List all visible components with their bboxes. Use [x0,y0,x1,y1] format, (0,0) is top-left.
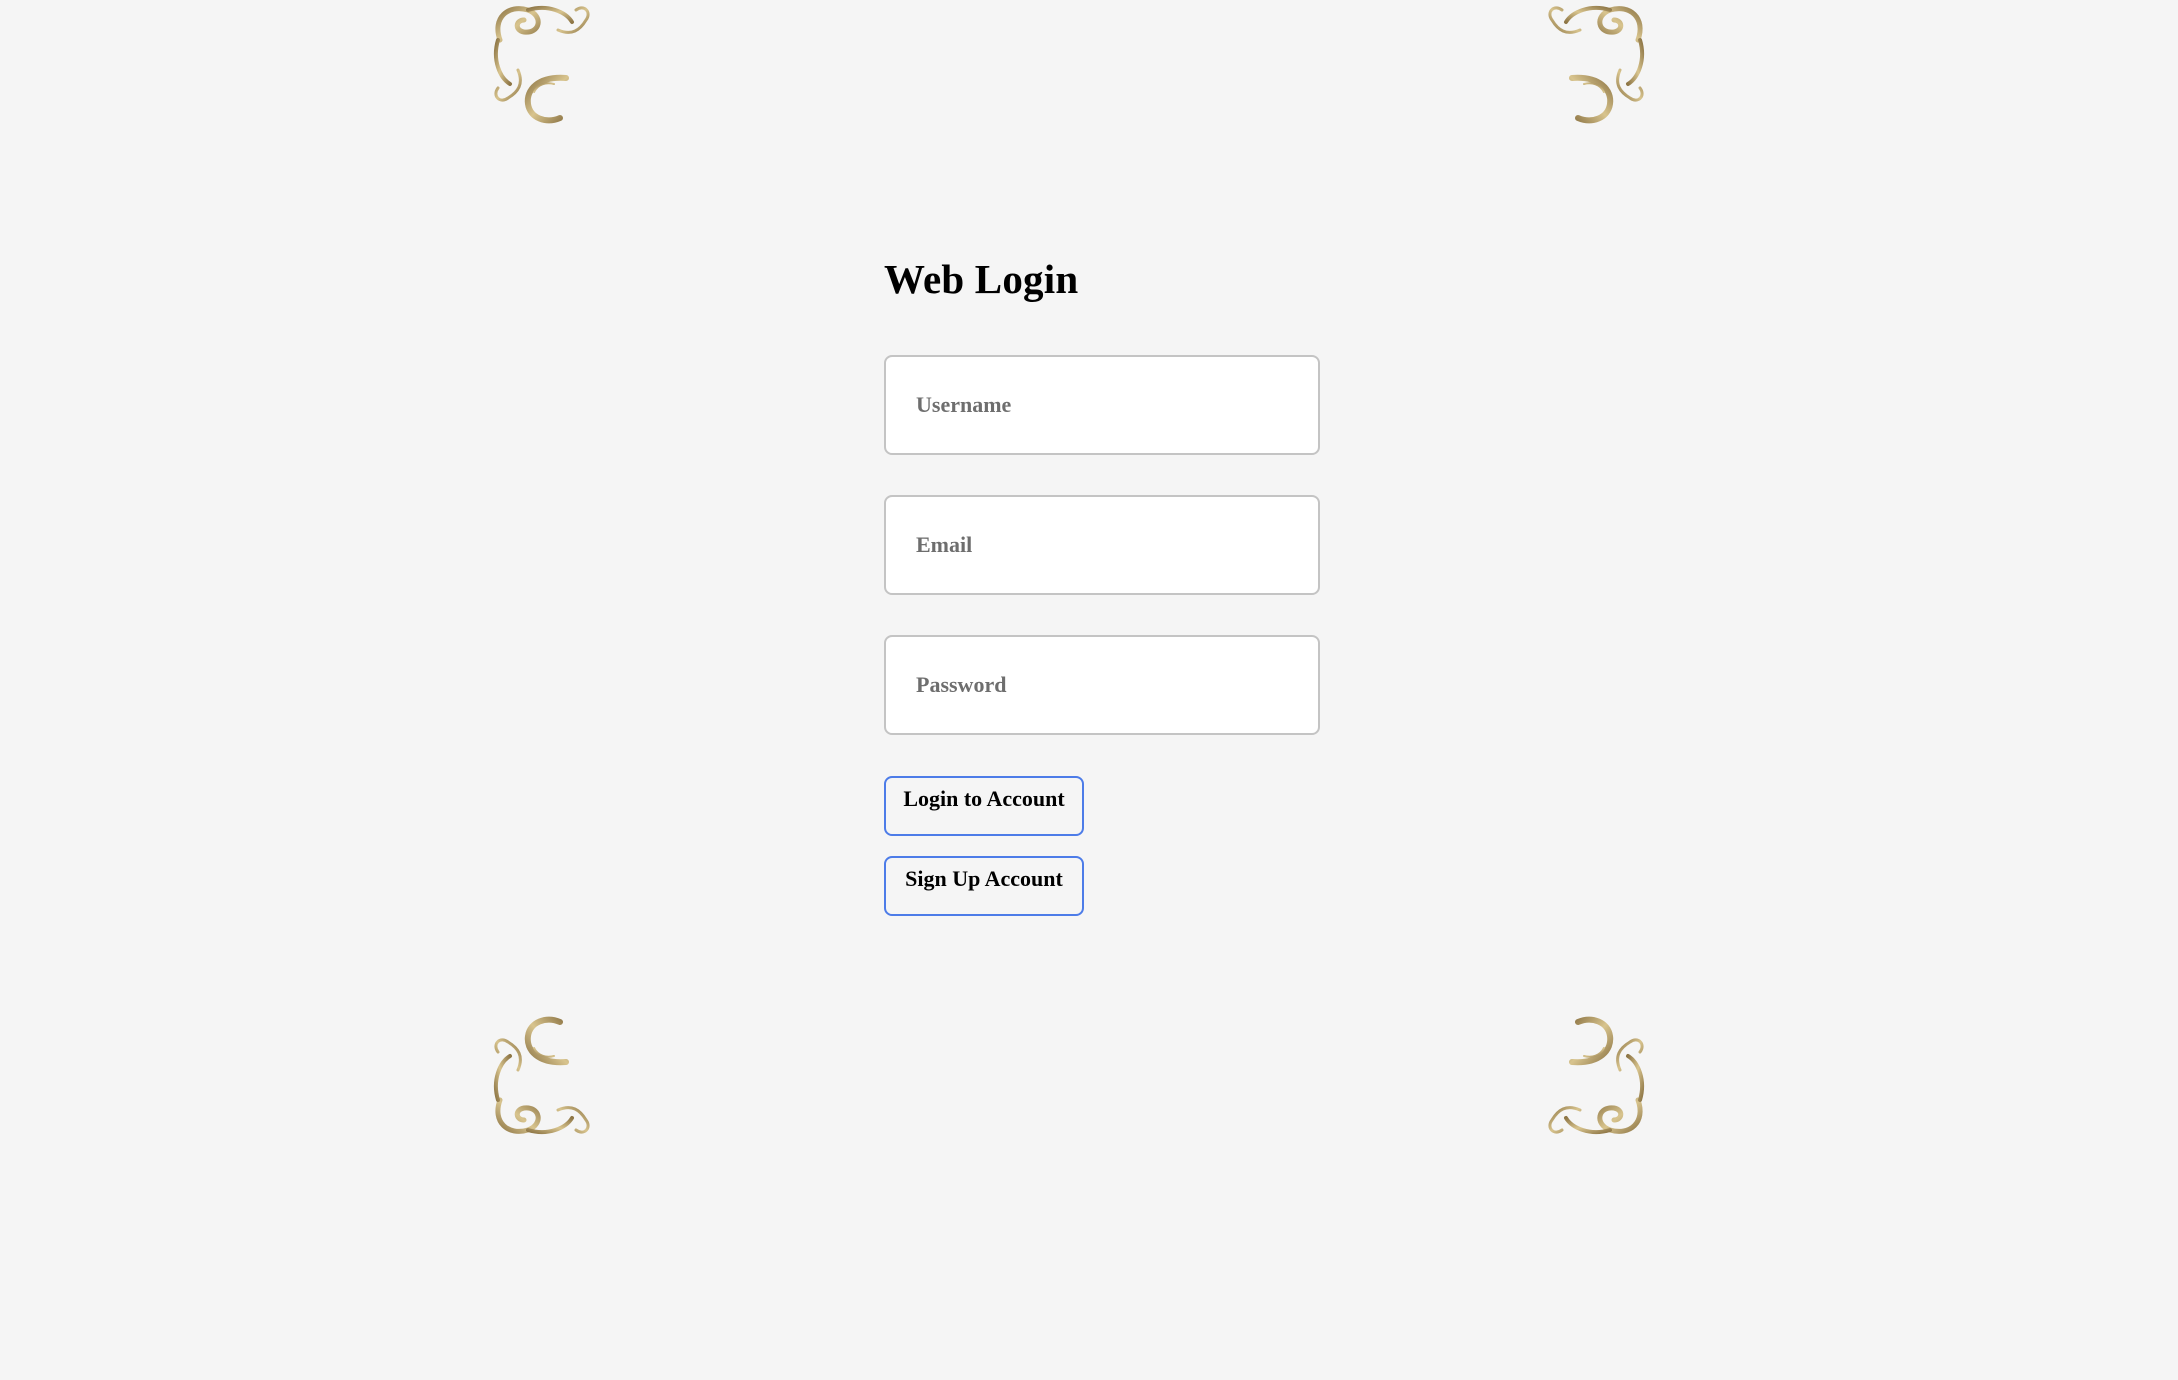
email-input[interactable] [884,495,1320,595]
password-input[interactable] [884,635,1320,735]
login-form: Web Login Login to Account Sign Up Accou… [884,252,1324,916]
signup-button[interactable]: Sign Up Account [884,856,1084,916]
username-input[interactable] [884,355,1320,455]
login-button[interactable]: Login to Account [884,776,1084,836]
page-title: Web Login [884,256,1079,302]
